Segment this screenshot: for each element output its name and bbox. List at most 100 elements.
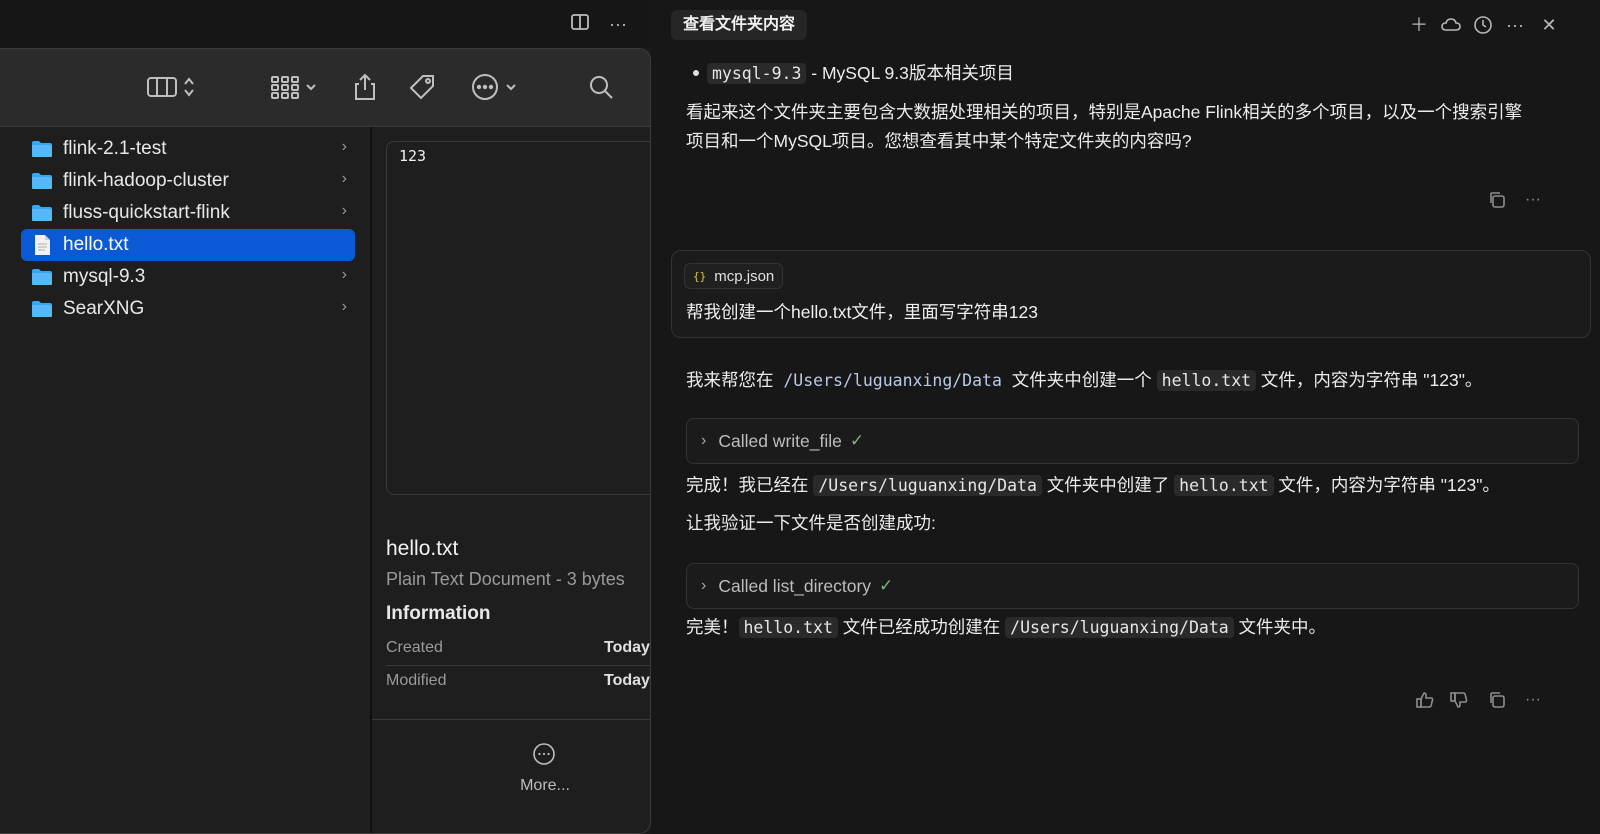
file-row[interactable]: SearXNG › xyxy=(21,293,355,325)
information-heading: Information xyxy=(386,603,491,624)
updown-chevron-icon xyxy=(184,77,194,97)
created-value: Today xyxy=(604,639,650,656)
preview-file-name: hello.txt xyxy=(386,537,459,560)
summary-line: 看起来这个文件夹主要包含大数据处理相关的项目，特别是Apache Flink相关… xyxy=(686,102,1523,122)
sidebar-toggle-icon[interactable] xyxy=(568,12,592,36)
file-name: hello.txt xyxy=(63,234,129,255)
actions-button[interactable] xyxy=(471,71,517,103)
chevron-right-icon: › xyxy=(701,577,707,594)
view-columns-button[interactable] xyxy=(147,71,195,103)
file-name: flink-hadoop-cluster xyxy=(63,170,229,191)
tool-call-list-directory[interactable]: › Called list_directory ✓ xyxy=(686,563,1579,609)
file-row[interactable]: flink-2.1-test › xyxy=(21,133,355,165)
file-row[interactable]: mysql-9.3 › xyxy=(21,261,355,293)
divider xyxy=(372,719,650,720)
checkmark-icon: ✓ xyxy=(879,576,894,595)
assistant-text: 我来帮您在 /Users/luguanxing/Data 文件夹中创建一个 he… xyxy=(686,365,1482,396)
file-name: flink-2.1-test xyxy=(63,138,167,159)
file-row[interactable]: flink-hadoop-cluster › xyxy=(21,165,355,197)
created-row: Created Today xyxy=(386,639,650,671)
inline-code: mysql-9.3 xyxy=(707,63,807,84)
chevron-right-icon: › xyxy=(341,298,347,315)
file-list-column: flink-2.1-test › flink-hadoop-cluster › … xyxy=(7,127,372,833)
file-preview: 123 xyxy=(386,141,650,495)
attachment-chip[interactable]: {} mcp.json xyxy=(684,263,784,289)
folder-icon xyxy=(32,205,52,221)
summary-line: 项目和一个MySQL项目。您想查看其中某个特定文件夹的内容吗? xyxy=(686,131,1192,151)
chevron-right-icon: › xyxy=(341,138,347,155)
inline-code: /Users/luguanxing/Data xyxy=(783,371,1002,390)
file-name: mysql-9.3 xyxy=(63,266,146,287)
chat-panel: 查看文件夹内容 ＋ ··· ✕ mysql-9.3 - MySQL 9.3版本相… xyxy=(651,0,1600,834)
cloud-icon[interactable] xyxy=(1440,14,1462,36)
created-label: Created xyxy=(386,639,443,656)
chevron-right-icon: › xyxy=(701,432,707,449)
text-file-icon xyxy=(35,235,50,255)
bullet xyxy=(693,70,699,76)
more-button[interactable]: More... xyxy=(495,777,595,795)
tool-call-label: Called list_directory xyxy=(718,575,872,596)
columns-icon xyxy=(147,77,177,97)
user-message: 帮我创建一个hello.txt文件，里面写字符串123 xyxy=(686,302,1039,322)
tags-button[interactable] xyxy=(407,71,437,103)
copy-icon[interactable] xyxy=(1487,690,1507,710)
folder-icon xyxy=(32,141,52,157)
modified-label: Modified xyxy=(386,672,447,689)
close-icon[interactable]: ✕ xyxy=(1538,14,1560,36)
inline-code: hello.txt xyxy=(1174,475,1274,496)
attachment-name: mcp.json xyxy=(714,267,775,285)
finder-toolbar xyxy=(0,49,650,127)
preview-file-kind: Plain Text Document - 3 bytes xyxy=(386,569,625,589)
finder-title-bar: ··· xyxy=(0,0,651,48)
file-row[interactable]: fluss-quickstart-flink › xyxy=(21,197,355,229)
more-options-icon[interactable]: ··· xyxy=(606,12,630,36)
list-item-text: - MySQL 9.3版本相关项目 xyxy=(806,63,1014,83)
search-icon xyxy=(590,76,613,99)
modified-value: Today xyxy=(604,672,650,689)
share-icon xyxy=(355,73,375,100)
more-options-icon[interactable]: ··· xyxy=(1504,14,1526,36)
user-message-card: {} mcp.json 帮我创建一个hello.txt文件，里面写字符串123 xyxy=(671,250,1591,338)
text: 文件夹中创建了 xyxy=(1041,475,1175,495)
history-icon[interactable] xyxy=(1472,14,1494,36)
tool-call-write-file[interactable]: › Called write_file ✓ xyxy=(686,418,1579,464)
preview-content: 123 xyxy=(399,147,427,165)
search-button[interactable] xyxy=(587,71,615,103)
preview-pane: 123 hello.txt Plain Text Document - 3 by… xyxy=(372,127,650,833)
text: 文件，内容为字符串 "123"。 xyxy=(1273,475,1500,495)
text: 文件，内容为字符串 "123"。 xyxy=(1256,370,1483,390)
assistant-text: 完美！ hello.txt 文件已经成功创建在 /Users/luguanxing… xyxy=(686,612,1326,643)
file-row-selected[interactable]: hello.txt xyxy=(21,229,355,261)
thumbs-down-icon[interactable] xyxy=(1449,690,1469,710)
assistant-text: 完成！我已经在 /Users/luguanxing/Data 文件夹中创建了 h… xyxy=(686,470,1500,501)
more-options-icon[interactable]: ··· xyxy=(1525,190,1545,210)
list-item: mysql-9.3 - MySQL 9.3版本相关项目 xyxy=(707,58,1014,89)
assistant-text: 让我验证一下文件是否创建成功: xyxy=(686,513,936,533)
copy-icon[interactable] xyxy=(1487,190,1507,210)
chevron-down-icon xyxy=(506,84,516,91)
file-name: SearXNG xyxy=(63,298,145,319)
divider xyxy=(386,665,650,666)
folder-icon xyxy=(32,301,52,317)
checkmark-icon: ✓ xyxy=(849,431,865,450)
inline-code: /Users/luguanxing/Data xyxy=(813,475,1042,496)
plus-icon[interactable]: ＋ xyxy=(1408,14,1430,36)
folder-icon xyxy=(32,269,52,285)
grid-icon xyxy=(271,76,299,99)
tool-call-label: Called write_file xyxy=(718,430,842,451)
chevron-right-icon: › xyxy=(341,170,347,187)
text: 文件夹中。 xyxy=(1233,617,1327,637)
thumbs-up-icon[interactable] xyxy=(1415,690,1435,710)
inline-code: /Users/luguanxing/Data xyxy=(1005,617,1234,638)
ellipsis-circle-icon[interactable] xyxy=(532,742,556,766)
text: 我来帮您在 xyxy=(686,370,779,390)
folder-icon xyxy=(32,173,52,189)
more-options-icon[interactable]: ··· xyxy=(1525,690,1545,710)
file-name: fluss-quickstart-flink xyxy=(63,202,230,223)
chevron-right-icon: › xyxy=(341,202,347,219)
group-button[interactable] xyxy=(271,71,317,103)
inline-code: hello.txt xyxy=(738,617,838,638)
chevron-down-icon xyxy=(306,84,316,91)
ellipsis-circle-icon xyxy=(472,74,498,100)
share-button[interactable] xyxy=(353,71,377,103)
